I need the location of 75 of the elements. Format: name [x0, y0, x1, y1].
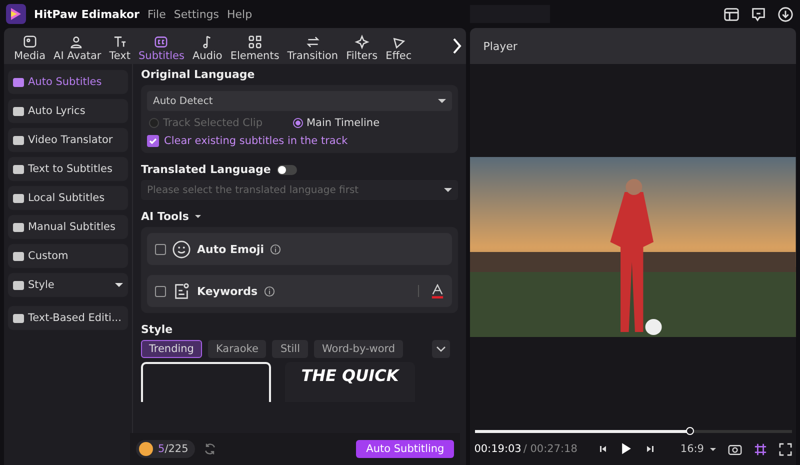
panel-title: Player: [483, 40, 518, 52]
style-tab[interactable]: Word-by-word: [314, 340, 404, 358]
sidebar-item[interactable]: Auto Lyrics: [8, 99, 128, 123]
caption-icon: [153, 34, 170, 50]
style-tab[interactable]: Karaoke: [208, 340, 266, 358]
toolbar-tab[interactable]: Transition: [283, 34, 342, 64]
chevron-right-icon[interactable]: [452, 37, 462, 55]
expand-button[interactable]: [432, 340, 450, 358]
section-heading: Style: [141, 323, 174, 336]
style-preview[interactable]: THE QUICK: [285, 362, 415, 402]
info-icon[interactable]: [270, 244, 282, 254]
section-heading: AI Tools: [141, 210, 189, 223]
toolbar-tab[interactable]: AI Avatar: [50, 34, 106, 64]
camera-icon[interactable]: [728, 442, 742, 456]
auto-subtitling-button[interactable]: Auto Subtitling: [356, 440, 454, 458]
fullscreen-icon[interactable]: [779, 442, 792, 456]
current-time: 00:19:03: [474, 443, 522, 455]
checkbox[interactable]: [155, 244, 166, 254]
toolbar-tab[interactable]: Media: [10, 34, 50, 64]
menu-item[interactable]: File: [147, 8, 166, 20]
toolbar-tab[interactable]: Audio: [188, 34, 226, 64]
app-logo-icon: [6, 4, 26, 24]
sparkle-icon: [354, 34, 370, 50]
style-tab[interactable]: Still: [272, 340, 308, 358]
image-icon: [22, 34, 38, 50]
sidebar-item[interactable]: Text-Based Editi...: [8, 306, 128, 330]
sidebar-item[interactable]: Manual Subtitles: [8, 215, 128, 239]
section-heading: Translated Language: [141, 163, 271, 176]
shapes-icon: [246, 34, 263, 50]
toolbar-tab[interactable]: Elements: [226, 34, 284, 64]
sidebar-item[interactable]: Style: [8, 273, 128, 297]
menu-item[interactable]: Settings: [174, 8, 220, 20]
caret-icon[interactable]: [710, 448, 716, 450]
style-preview[interactable]: [141, 362, 271, 402]
toolbar-tab[interactable]: Filters: [342, 34, 382, 64]
sidebar-item[interactable]: Text to Subtitles: [8, 157, 128, 181]
arrows-icon: [304, 34, 321, 50]
caret-icon[interactable]: [194, 215, 201, 218]
section-heading: Original Language: [141, 68, 256, 81]
next-frame-icon[interactable]: [644, 444, 654, 454]
credits-count: 5/225: [158, 443, 188, 455]
chevron-down-icon: [436, 346, 446, 352]
play-icon[interactable]: [621, 442, 632, 456]
language-dropdown[interactable]: Auto Detect: [147, 91, 452, 111]
info-icon[interactable]: [264, 286, 275, 296]
clear-subtitles-checkbox[interactable]: Clear existing subtitles in the track: [147, 135, 452, 147]
check-icon: [148, 136, 158, 146]
toggle-switch[interactable]: [276, 164, 297, 174]
font-color-icon[interactable]: [431, 284, 444, 298]
tool-label: Auto Emoji: [197, 242, 264, 256]
text-icon: [112, 34, 128, 50]
sidebar-item[interactable]: Custom: [8, 244, 128, 268]
menu-item[interactable]: Help: [227, 8, 252, 20]
checkbox[interactable]: [155, 286, 166, 296]
app-title: HitPaw Edimakor: [34, 8, 140, 20]
document-icon: [172, 282, 191, 300]
smiley-icon: [172, 240, 191, 258]
download-icon[interactable]: [777, 6, 794, 22]
toolbar-tab[interactable]: Effec: [382, 34, 416, 64]
sidebar-item[interactable]: Video Translator: [8, 128, 128, 152]
toolbar-tab[interactable]: Subtitles: [134, 34, 188, 64]
aspect-ratio-dropdown[interactable]: 16:9: [680, 443, 704, 455]
feedback-icon[interactable]: [750, 6, 767, 22]
toolbar-tab[interactable]: Text: [105, 34, 134, 64]
tool-label: Keywords: [197, 284, 258, 298]
layout-icon[interactable]: [723, 6, 740, 22]
sidebar-item[interactable]: Auto Subtitles: [8, 70, 128, 94]
style-tab[interactable]: Trending: [141, 340, 202, 358]
total-time: / 00:27:18: [523, 443, 578, 455]
grid-icon[interactable]: [754, 442, 767, 456]
progress-handle[interactable]: [686, 427, 694, 435]
radio-option[interactable]: Main Timeline: [292, 117, 380, 129]
refresh-icon[interactable]: [203, 442, 218, 456]
sidebar-item[interactable]: Local Subtitles: [8, 186, 128, 210]
coin-icon: [139, 442, 153, 456]
